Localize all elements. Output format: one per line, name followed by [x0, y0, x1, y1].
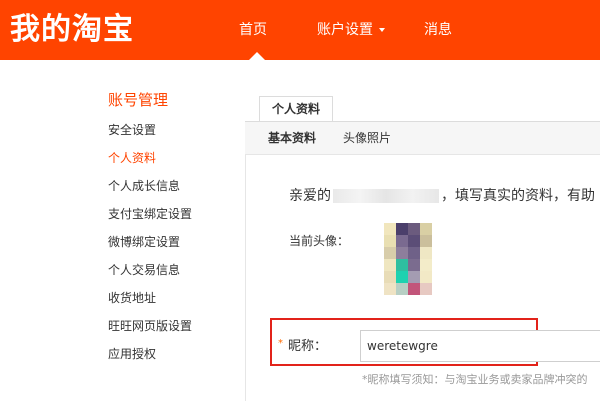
sidebar-title: 账号管理	[108, 91, 169, 109]
sidebar-item-profile[interactable]: 个人资料	[108, 144, 228, 172]
avatar-pixel	[420, 271, 432, 283]
avatar-pixel	[408, 283, 420, 295]
avatar-pixel	[420, 235, 432, 247]
avatar-pixel	[396, 259, 408, 271]
sidebar-item-wangwang[interactable]: 旺旺网页版设置	[108, 312, 228, 340]
sidebar-item-trade-info[interactable]: 个人交易信息	[108, 256, 228, 284]
nickname-label: 昵称：	[288, 339, 328, 354]
active-nav-indicator-icon	[249, 52, 265, 60]
avatar-pixel	[384, 223, 396, 235]
sidebar-item-security[interactable]: 安全设置	[108, 116, 228, 144]
avatar-pixel	[384, 283, 396, 295]
greeting-suffix: ，填写真实的资料，有助	[441, 188, 595, 204]
avatar-pixel	[396, 223, 408, 235]
greeting-prefix: 亲爱的	[289, 188, 331, 204]
avatar-pixel	[408, 271, 420, 283]
avatar-pixel	[396, 271, 408, 283]
greeting-text: 亲爱的 ，填写真实的资料，有助	[289, 184, 595, 208]
avatar	[358, 215, 458, 311]
subtab-avatar-photo[interactable]: 头像照片	[343, 122, 391, 154]
sidebar-item-growth[interactable]: 个人成长信息	[108, 172, 228, 200]
chevron-down-icon	[379, 28, 385, 32]
avatar-pixel	[408, 223, 420, 235]
avatar-pixel	[396, 235, 408, 247]
top-header: 我的淘宝 首页 账户设置 消息	[0, 0, 600, 60]
avatar-pixel	[420, 247, 432, 259]
avatar-pixel	[384, 271, 396, 283]
avatar-pixel	[420, 283, 432, 295]
nav-home[interactable]: 首页	[239, 18, 267, 42]
nav-account-settings[interactable]: 账户设置	[317, 18, 385, 42]
sidebar-item-app-auth[interactable]: 应用授权	[108, 340, 228, 368]
nav-account-settings-label: 账户设置	[317, 22, 373, 38]
tab-profile[interactable]: 个人资料	[259, 96, 333, 121]
avatar-pixel	[396, 283, 408, 295]
nav-messages[interactable]: 消息	[424, 18, 452, 42]
avatar-pixel	[408, 247, 420, 259]
logo[interactable]: 我的淘宝	[10, 10, 134, 50]
nickname-input[interactable]	[360, 330, 600, 362]
avatar-pixel	[420, 259, 432, 271]
sidebar: 账号管理 安全设置 个人资料 个人成长信息 支付宝绑定设置 微博绑定设置 个人交…	[108, 88, 228, 368]
subtab-basic-info[interactable]: 基本资料	[268, 122, 316, 154]
sidebar-item-weibo[interactable]: 微博绑定设置	[108, 228, 228, 256]
avatar-pixel	[408, 259, 420, 271]
nickname-hint: *昵称填写须知：与淘宝业务或卖家品牌冲突的	[362, 373, 588, 386]
avatar-label: 当前头像：	[289, 234, 350, 248]
avatar-pixel	[420, 223, 432, 235]
avatar-pixel	[384, 247, 396, 259]
sidebar-item-alipay[interactable]: 支付宝绑定设置	[108, 200, 228, 228]
avatar-pixel	[396, 247, 408, 259]
avatar-pixel	[408, 235, 420, 247]
avatar-pixel	[384, 235, 396, 247]
sidebar-item-address[interactable]: 收货地址	[108, 284, 228, 312]
avatar-pixel	[384, 259, 396, 271]
masked-username	[333, 189, 439, 203]
subtab-bar: 基本资料 头像照片	[245, 122, 600, 155]
required-mark: *	[278, 338, 283, 349]
